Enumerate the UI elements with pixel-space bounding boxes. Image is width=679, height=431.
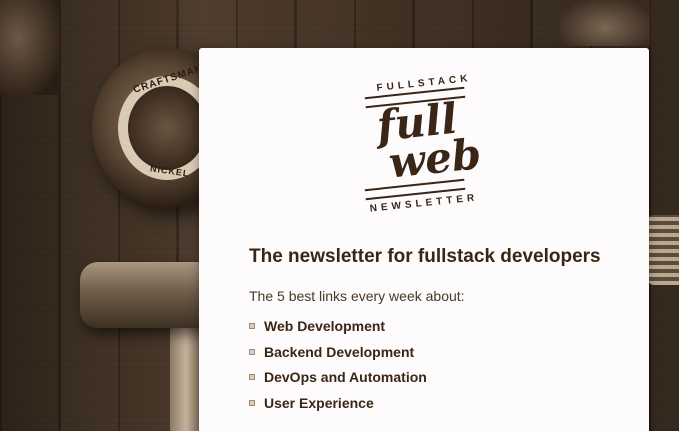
bullet-icon: [249, 323, 255, 329]
tool-right-spring: [648, 215, 679, 285]
list-item: Backend Development: [249, 344, 427, 370]
intro-text: The 5 best links every week about:: [249, 288, 465, 304]
newsletter-card: FULLSTACK full web NEWSLETTER The newsle…: [199, 48, 649, 431]
bullet-icon: [249, 374, 255, 380]
bullet-icon: [249, 399, 255, 406]
tool-top-left: [0, 0, 60, 95]
topic-label: User Experience: [264, 394, 374, 411]
topic-label: Backend Development: [264, 343, 415, 360]
list-item: Web Development: [249, 318, 427, 344]
bullet-icon: [249, 348, 255, 355]
topic-label: Web Development: [264, 318, 386, 334]
hammer-head-image: [80, 262, 210, 328]
topic-list: Web Development Backend Development DevO…: [249, 318, 427, 420]
list-item: User Experience: [249, 395, 427, 421]
list-item: DevOps and Automation: [249, 369, 427, 395]
headline: The newsletter for fullstack developers: [249, 246, 601, 267]
topic-label: DevOps and Automation: [264, 369, 427, 385]
tool-top-right: [560, 0, 650, 46]
page: CRAFTSMAN NICKEL FULLSTACK full web NEWS…: [0, 0, 679, 431]
hammer-handle-image: [170, 318, 202, 431]
fullweb-logo[interactable]: FULLSTACK full web NEWSLETTER: [199, 72, 649, 217]
